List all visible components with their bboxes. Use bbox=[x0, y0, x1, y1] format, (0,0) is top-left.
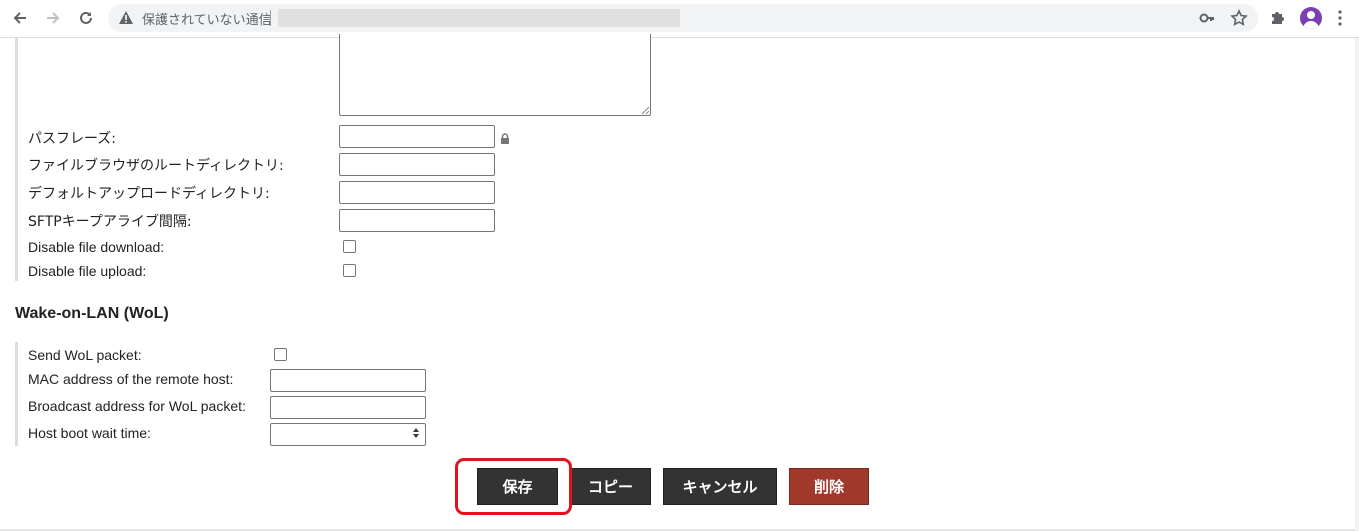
broadcast-address-label: Broadcast address for WoL packet: bbox=[28, 398, 246, 414]
disable-download-checkbox[interactable] bbox=[343, 240, 356, 253]
key-icon[interactable] bbox=[1199, 10, 1215, 30]
private-key-textarea[interactable] bbox=[339, 34, 651, 116]
boot-wait-time-field[interactable] bbox=[270, 423, 426, 446]
back-icon[interactable] bbox=[9, 7, 31, 29]
menu-icon[interactable] bbox=[1338, 10, 1342, 30]
upload-directory-label: デフォルトアップロードディレクトリ: bbox=[28, 186, 270, 202]
boot-wait-time-label: Host boot wait time: bbox=[28, 425, 151, 441]
address-bar[interactable]: 保護されていない通信 bbox=[108, 4, 1258, 32]
scrollbar[interactable] bbox=[1355, 38, 1359, 531]
spinner-arrows-icon[interactable] bbox=[412, 427, 420, 439]
disable-download-label: Disable file download: bbox=[28, 239, 165, 255]
save-button-highlight bbox=[455, 458, 572, 515]
reload-icon[interactable] bbox=[75, 7, 97, 29]
disable-upload-label: Disable file upload: bbox=[28, 263, 147, 279]
group-indicator bbox=[15, 38, 18, 281]
forward-icon[interactable] bbox=[42, 7, 64, 29]
extensions-icon[interactable] bbox=[1269, 8, 1287, 30]
cancel-button[interactable]: キャンセル bbox=[663, 468, 777, 505]
delete-button[interactable]: 削除 bbox=[789, 468, 869, 505]
root-directory-label: ファイルブラウザのルートディレクトリ: bbox=[28, 158, 284, 174]
resize-handle-icon[interactable] bbox=[641, 106, 649, 114]
mac-address-field[interactable] bbox=[270, 369, 426, 392]
connection-settings-form: パスフレーズ: ファイルブラウザのルートディレクトリ: デフォルトアップロードデ… bbox=[0, 34, 1355, 531]
profile-avatar[interactable] bbox=[1300, 7, 1322, 29]
browser-toolbar: 保護されていない通信 bbox=[0, 0, 1359, 38]
passphrase-label: パスフレーズ: bbox=[28, 131, 117, 147]
copy-button[interactable]: コピー bbox=[570, 468, 651, 505]
keepalive-interval-label: SFTPキープアライブ間隔: bbox=[28, 214, 192, 230]
warning-icon[interactable] bbox=[118, 10, 134, 29]
keepalive-interval-field[interactable] bbox=[339, 209, 495, 232]
lock-icon bbox=[500, 131, 510, 149]
url-redacted[interactable] bbox=[278, 9, 680, 27]
divider bbox=[270, 10, 271, 26]
star-icon[interactable] bbox=[1230, 9, 1248, 31]
broadcast-address-field[interactable] bbox=[270, 396, 426, 419]
send-wol-checkbox[interactable] bbox=[274, 348, 287, 361]
send-wol-label: Send WoL packet: bbox=[28, 347, 142, 363]
group-indicator bbox=[15, 342, 18, 446]
disable-upload-checkbox[interactable] bbox=[343, 264, 356, 277]
root-directory-field[interactable] bbox=[339, 153, 495, 176]
passphrase-field[interactable] bbox=[339, 125, 495, 148]
wol-section-title: Wake-on-LAN (WoL) bbox=[15, 305, 169, 322]
security-status-text[interactable]: 保護されていない通信 bbox=[142, 9, 272, 28]
upload-directory-field[interactable] bbox=[339, 181, 495, 204]
mac-address-label: MAC address of the remote host: bbox=[28, 371, 234, 387]
